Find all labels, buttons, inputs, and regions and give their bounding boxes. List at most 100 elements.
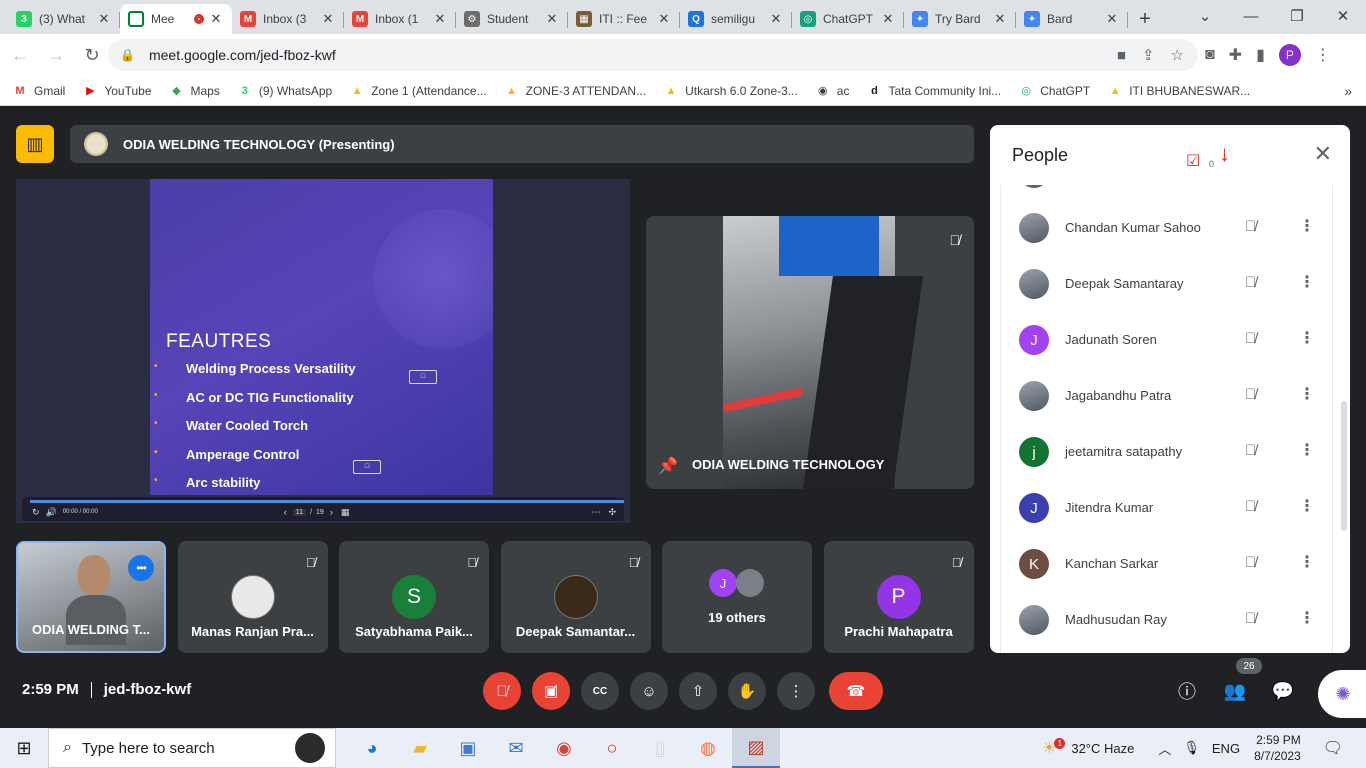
close-tab-icon[interactable]: ✕ [544,11,560,27]
people-list-item[interactable]: Jagabandhu Patra 🎙̸ ⋮ [1001,368,1332,424]
close-tab-icon[interactable]: ✕ [96,11,112,27]
task-checklist-icon[interactable]: ☑ [1186,151,1200,171]
more-options-icon[interactable]: ⋯ [591,507,600,518]
browser-tab[interactable]: ▦ ITI :: Fee ✕ [568,4,680,34]
more-options-icon[interactable]: ⋮ [1299,440,1315,460]
mic-off-icon[interactable]: 🎙̸ [1245,386,1256,403]
show-hidden-icons-icon[interactable]: ︿ [1158,739,1171,758]
pin-icon[interactable]: 📌 [658,456,678,476]
fullscreen-icon[interactable]: ✣ [608,507,616,518]
bookmark-item[interactable]: ▲ Zone 1 (Attendance... [349,84,487,98]
more-options-icon[interactable]: ⋮ [1299,328,1315,348]
people-list-scrollbar[interactable] [1341,401,1347,531]
people-list-item[interactable]: K Kanchan Sarkar 🎙̸ ⋮ [1001,536,1332,592]
share-icon[interactable]: ⇪ [1142,46,1155,64]
close-tab-icon[interactable]: ✕ [880,11,896,27]
bookmark-item[interactable]: 3 (9) WhatsApp [237,84,332,98]
people-list-item[interactable]: Chandan Kumar Sahoo 🎙̸ ⋮ [1001,200,1332,256]
participant-tile[interactable]: J 19 others [662,541,812,653]
browser-tab[interactable]: ⚙ Student ✕ [456,4,568,34]
pinned-participant-tile[interactable]: 🎙̸ 📌 ODIA WELDING TECHNOLOGY [646,216,974,489]
bookmark-item[interactable]: ◉ ac [815,84,850,98]
mic-off-icon[interactable]: 🎙̸ [1245,442,1256,459]
close-tab-icon[interactable]: ✕ [992,11,1008,27]
bookmark-item[interactable]: ▲ ZONE-3 ATTENDAN... [504,84,646,98]
browser-tab[interactable]: M Inbox (1 ✕ [344,4,456,34]
minimize-icon[interactable]: — [1228,0,1274,32]
more-options-icon[interactable]: ⋮ [1299,608,1315,628]
browser-tab[interactable]: ✦ Bard ✕ [1016,4,1128,34]
mail-icon[interactable]: ✉ [492,728,540,768]
microphone-icon[interactable]: 🎙 [1183,740,1200,756]
windows-start-icon[interactable]: ⊞ [0,728,48,768]
bookmark-item[interactable]: ▲ ITI BHUBANESWAR... [1107,84,1250,98]
mic-off-icon[interactable]: 🎙̸ [1245,330,1256,347]
mic-off-icon[interactable]: 🎙̸ [1245,498,1256,515]
people-button[interactable]: 👥 [1218,672,1252,710]
player-progress-bar[interactable] [30,500,624,503]
browser-tab[interactable]: Qsemiligu ✕ [680,4,792,34]
participant-tile[interactable]: 🎙̸ Manas Ranjan Pra... [177,541,328,653]
tab-search-icon[interactable]: ⌄ [1182,0,1228,32]
participant-tile[interactable]: 🎙̸ Deepak Samantar... [500,541,651,653]
chrome-icon[interactable]: ◉ [540,728,588,768]
participant-tile[interactable]: 🎙̸ P Prachi Mahapatra [823,541,974,653]
edge-icon[interactable]: ◕ [348,728,396,768]
browser-tab[interactable]: ✦ Try Bard ✕ [904,4,1016,34]
menu-icon[interactable]: ⋮ [1315,45,1331,65]
people-list-item[interactable]: J Jadunath Soren 🎙̸ ⋮ [1001,312,1332,368]
camera-blocked-icon[interactable]: ■ [1117,47,1126,64]
mic-toggle-button[interactable]: 🎙̸ [483,672,521,710]
more-options-button[interactable]: ⋮ [777,672,815,710]
taskbar-search-box[interactable]: ⌕ Type here to search [48,728,336,768]
close-tab-icon[interactable]: ✕ [432,11,448,27]
activities-icon[interactable]: ✺ [1318,670,1366,718]
slide-current-page[interactable]: 11 [292,508,307,516]
chat-button[interactable]: 💬 [1266,672,1300,710]
more-options-icon[interactable]: ⋮ [1299,384,1315,404]
participant-tile[interactable]: ••• ODIA WELDING T... [16,541,166,653]
profile-avatar[interactable]: P [1278,44,1301,66]
mic-off-icon[interactable]: 🎙̸ [1245,218,1256,235]
meeting-details-button[interactable]: ⓘ [1170,672,1204,710]
new-tab-button[interactable]: + [1128,4,1162,34]
bookmark-item[interactable]: M Gmail [12,84,65,98]
grid-view-icon[interactable]: ▦ [341,507,350,518]
close-panel-icon[interactable]: ✕ [1314,141,1332,167]
people-list-item[interactable]: Madhusudan Ray 🎙̸ ⋮ [1001,592,1332,648]
reload-button[interactable]: ↻ [76,39,108,71]
next-slide-icon[interactable]: › [330,507,333,517]
arrow-down-icon[interactable]: ↓ [1219,141,1230,167]
browser-tab[interactable]: ◎ ChatGPT ✕ [792,4,904,34]
more-bookmarks-icon[interactable]: » [1344,83,1352,99]
captions-button[interactable]: CC [581,672,619,710]
replay-icon[interactable]: ↻ [32,507,40,518]
bookmark-item[interactable]: ▶ YouTube [82,84,151,98]
bookmark-item[interactable]: ◆ Maps [169,84,220,98]
powerpoint-icon[interactable]: ▨ [732,728,780,768]
emoji-reaction-button[interactable]: ☺ [630,672,668,710]
more-options-icon[interactable]: ⋮ [1299,216,1315,236]
present-screen-button[interactable]: ⇧ [679,672,717,710]
meeting-code[interactable]: jed-fboz-kwf [104,681,192,698]
camera-toggle-button[interactable]: ▣̸ [532,672,570,710]
restore-icon[interactable]: ❐ [1274,0,1320,32]
file-explorer-icon[interactable]: ▰ [396,728,444,768]
volume-icon[interactable]: 🔊 [46,507,57,518]
presentation-icon[interactable]: ▥ [16,125,54,163]
firefox-icon[interactable]: ◍ [684,728,732,768]
close-tab-icon[interactable]: ✕ [1104,11,1120,27]
browser-tab[interactable]: M Inbox (3 ✕ [232,4,344,34]
forward-button[interactable]: → [40,39,72,71]
mic-off-icon[interactable]: 🎙̸ [1245,554,1256,571]
back-button[interactable]: ← [4,39,36,71]
raise-hand-button[interactable]: ✋ [728,672,766,710]
close-tab-icon[interactable]: ✕ [320,11,336,27]
shared-screen[interactable]: FEAUTRES Welding Process VersatilityAC o… [16,179,630,523]
opera-icon[interactable]: ○ [588,728,636,768]
address-bar[interactable]: 🔒 meet.google.com/jed-fboz-kwf ■ ⇪ ☆ [108,39,1198,71]
mic-off-icon[interactable]: 🎙̸ [1245,610,1256,627]
close-tab-icon[interactable]: ✕ [208,11,224,27]
previous-slide-icon[interactable]: ‹ [284,507,287,517]
extensions-icon[interactable]: ✚ [1229,45,1242,65]
